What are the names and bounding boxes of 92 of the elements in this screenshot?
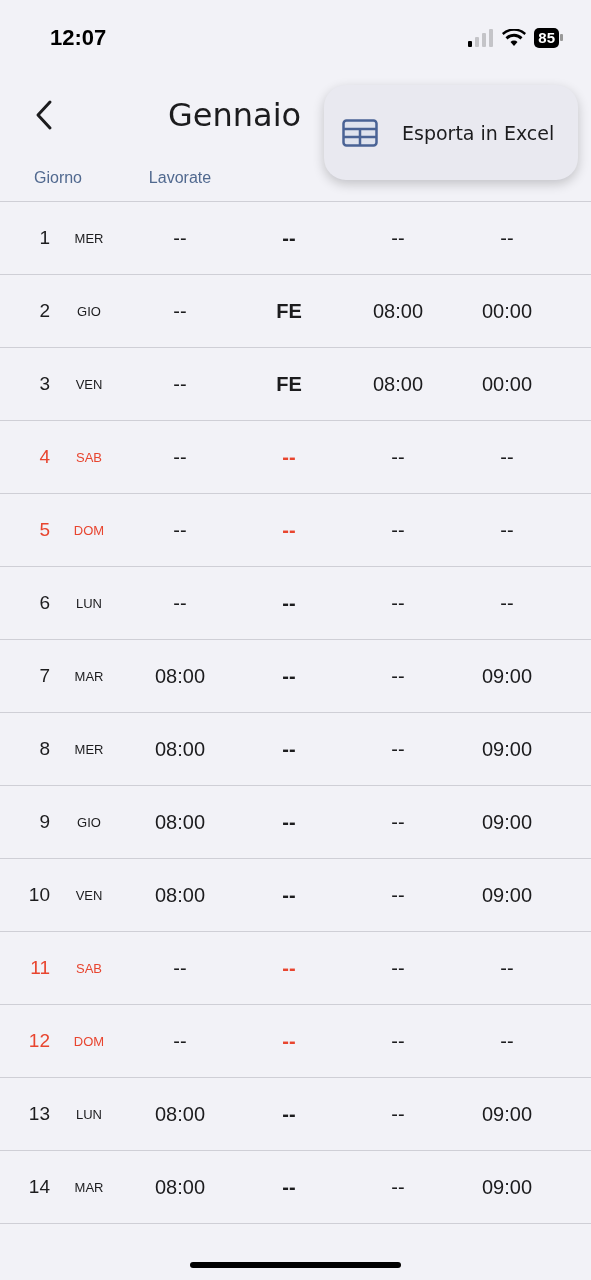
menu-item[interactable]: Esporta in Excel xyxy=(324,85,578,180)
table-cell-text: -- xyxy=(172,518,188,542)
day-number: 14 xyxy=(27,1176,51,1198)
weekday-label: GIO xyxy=(76,303,102,319)
table-cell-text: -- xyxy=(390,956,406,980)
weekday-label: MER xyxy=(73,741,105,757)
table-cell-text: 09:00 xyxy=(480,810,534,834)
day-number: 13 xyxy=(27,1103,51,1125)
weekday-label: SAB xyxy=(75,449,103,465)
day-number: 4 xyxy=(38,446,51,468)
table-cell-text: -- xyxy=(172,1029,188,1053)
table-cell-text: -- xyxy=(172,956,188,980)
table-cell-text: FE xyxy=(275,299,303,323)
table-cell-text: -- xyxy=(281,956,297,980)
table-cell-text: 08:00 xyxy=(153,883,207,907)
weekday-label: MAR xyxy=(73,668,105,684)
column-header: Lavorate xyxy=(147,169,213,187)
table-cell-text: -- xyxy=(172,372,188,396)
table-cell-text: 09:00 xyxy=(480,664,534,688)
table-cell-text: -- xyxy=(499,226,515,250)
table-cell-text: -- xyxy=(172,591,188,615)
table-cell-text: -- xyxy=(390,883,406,907)
table-cell-text: -- xyxy=(281,226,297,250)
table-cell-text: -- xyxy=(390,664,406,688)
status-time: 12:07 xyxy=(50,24,107,51)
table-icon xyxy=(342,118,378,147)
table-cell-text: -- xyxy=(390,518,406,542)
day-number: 2 xyxy=(38,300,51,322)
table-cell-text: -- xyxy=(172,299,188,323)
table-cell-text: 08:00 xyxy=(153,1175,207,1199)
day-number: 12 xyxy=(27,1030,51,1052)
table-cell-text: 08:00 xyxy=(153,1102,207,1126)
table-cell-text: -- xyxy=(172,226,188,250)
table-cell-text: -- xyxy=(390,591,406,615)
weekday-label: LUN xyxy=(75,1106,103,1122)
weekday-label: LUN xyxy=(75,595,103,611)
table-cell-text: -- xyxy=(390,810,406,834)
table-cell-text: 00:00 xyxy=(480,299,534,323)
table-cell-text: -- xyxy=(499,518,515,542)
table-cell-text: 09:00 xyxy=(480,737,534,761)
table-cell-text: -- xyxy=(281,883,297,907)
day-number: 8 xyxy=(38,738,51,760)
table-cell-text: 09:00 xyxy=(480,1175,534,1199)
table-cell-text: -- xyxy=(281,664,297,688)
table-cell-text: 08:00 xyxy=(153,737,207,761)
table-cell-text: -- xyxy=(281,1102,297,1126)
table-cell-text: -- xyxy=(390,1029,406,1053)
day-number: 10 xyxy=(27,884,51,906)
table-cell-text: -- xyxy=(499,591,515,615)
table-cell-text: -- xyxy=(390,1175,406,1199)
table-cell-text: -- xyxy=(390,737,406,761)
day-number: 1 xyxy=(38,227,51,249)
table-cell-text: -- xyxy=(390,445,406,469)
table-cell-text: -- xyxy=(281,445,297,469)
signal-icon xyxy=(468,28,495,47)
weekday-label: MER xyxy=(73,230,105,246)
table-cell-text: -- xyxy=(390,226,406,250)
day-number: 5 xyxy=(38,519,51,541)
table-cell-text: -- xyxy=(281,810,297,834)
day-number: 3 xyxy=(38,373,51,395)
table-cell-text: -- xyxy=(172,445,188,469)
table-cell-text: 08:00 xyxy=(153,810,207,834)
table-cell-text: FE xyxy=(275,372,303,396)
day-number: 9 xyxy=(38,811,51,833)
table-cell-text: 00:00 xyxy=(480,372,534,396)
weekday-label: VEN xyxy=(74,887,104,903)
table-cell-text: 09:00 xyxy=(480,1102,534,1126)
table-cell-text: -- xyxy=(281,518,297,542)
wifi-icon xyxy=(502,28,527,47)
weekday-label: DOM xyxy=(72,522,106,538)
day-number: 7 xyxy=(38,665,51,687)
weekday-label: MAR xyxy=(73,1179,105,1195)
table-cell-text: -- xyxy=(499,1029,515,1053)
day-number: 6 xyxy=(38,592,51,614)
weekday-label: GIO xyxy=(76,814,102,830)
table-cell-text: -- xyxy=(390,1102,406,1126)
table-cell-text: 08:00 xyxy=(153,664,207,688)
table-cell-text: -- xyxy=(281,591,297,615)
month-title: Gennaio xyxy=(168,96,302,134)
table-cell-text: 08:00 xyxy=(371,372,425,396)
table-cell-text: 08:00 xyxy=(371,299,425,323)
table-cell-text: -- xyxy=(281,1175,297,1199)
weekday-label: VEN xyxy=(74,376,104,392)
table-cell-text: -- xyxy=(281,1029,297,1053)
day-number: 11 xyxy=(29,957,51,979)
table-cell-text: -- xyxy=(499,956,515,980)
weekday-label: DOM xyxy=(72,1033,106,1049)
column-header: Giorno xyxy=(33,169,83,187)
weekday-label: SAB xyxy=(75,960,103,976)
table-cell-text: -- xyxy=(281,737,297,761)
table-cell-text: 09:00 xyxy=(480,883,534,907)
table-cell-text: -- xyxy=(499,445,515,469)
